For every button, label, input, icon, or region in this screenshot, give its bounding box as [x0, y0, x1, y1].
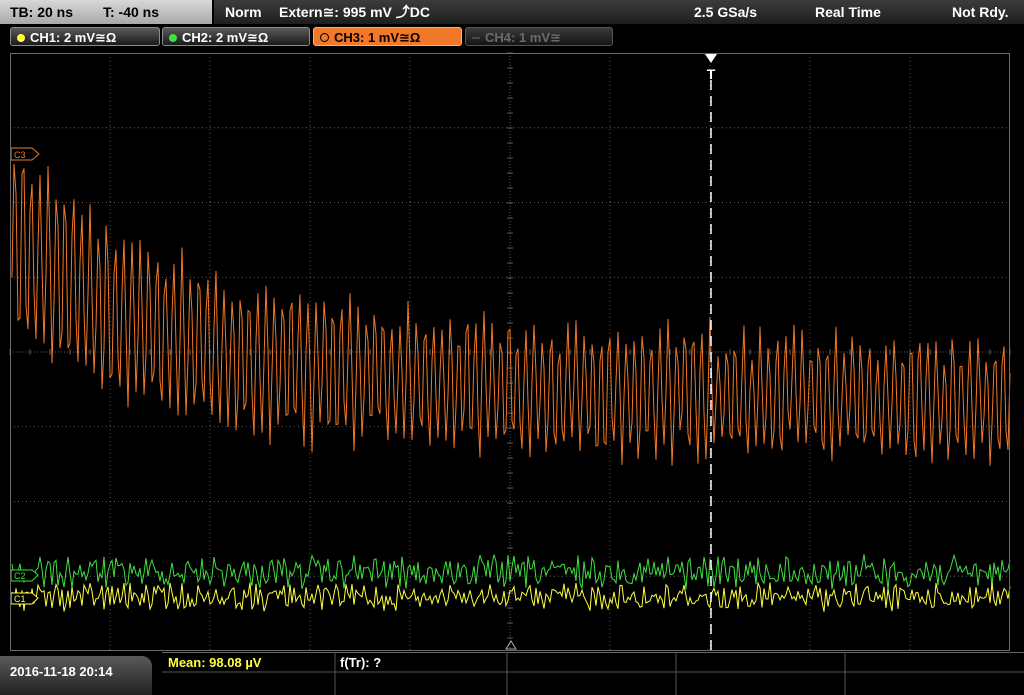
mean-measurement[interactable]: Mean: 98.08 µV [168, 655, 261, 670]
frequency-measurement[interactable]: f(Tr): ? [340, 655, 381, 670]
measurement-panel [162, 652, 1024, 695]
date-time: 2016-11-18 20:14 [10, 664, 113, 679]
graticule-frame [10, 53, 1010, 651]
